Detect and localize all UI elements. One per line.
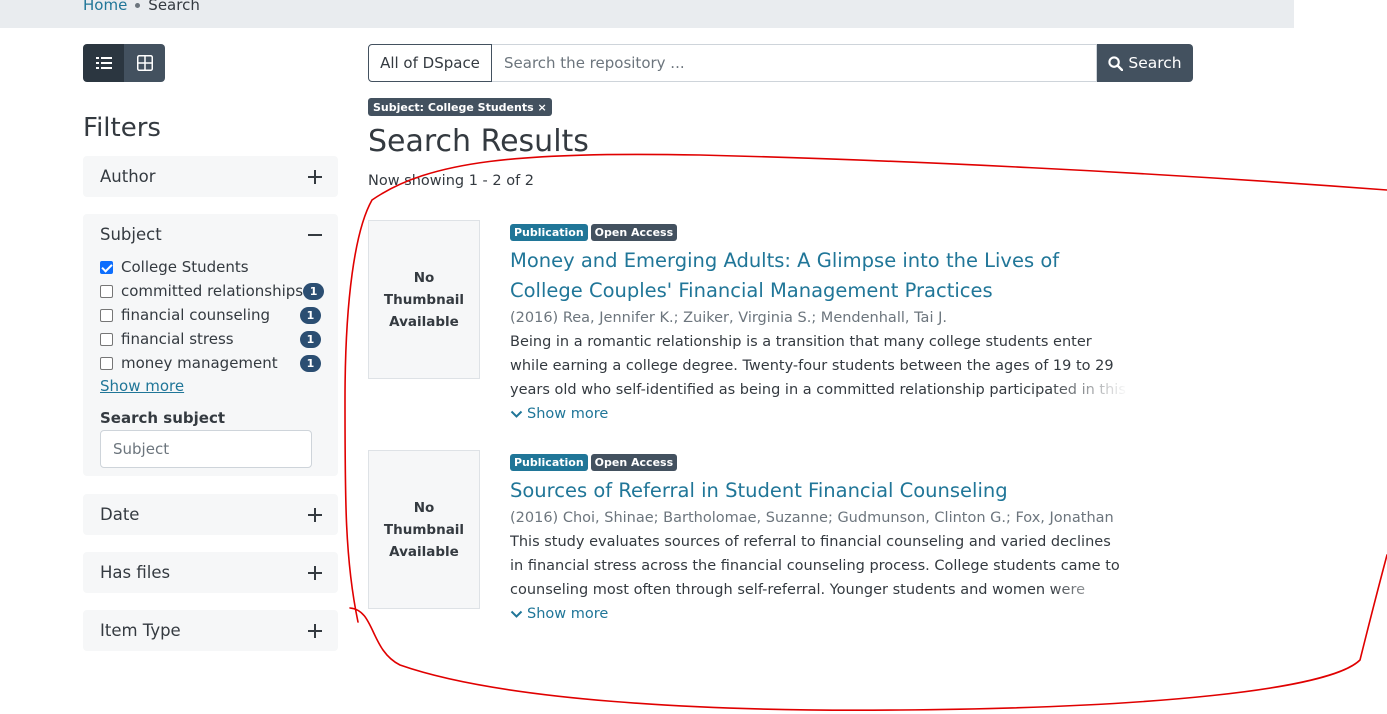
search-button-label: Search (1128, 54, 1182, 72)
breadcrumb-home-link[interactable]: Home (83, 0, 127, 14)
plus-icon[interactable] (308, 623, 322, 638)
subject-option-label: committed relationships (121, 282, 304, 300)
show-more-label: Show more (527, 406, 609, 422)
search-input[interactable] (492, 44, 1097, 82)
grid-icon (136, 55, 153, 71)
subject-show-more-link[interactable]: Show more (100, 377, 321, 399)
subject-option-financial-counseling[interactable]: financial counseling 1 (100, 303, 321, 327)
facet-subject-header[interactable]: Subject (83, 214, 338, 255)
minus-icon[interactable] (308, 228, 322, 242)
facet-subject: Subject College Students committed relat… (83, 214, 338, 476)
result-abstract: Being in a romantic relationship is a tr… (510, 330, 1128, 402)
results-count: Now showing 1 - 2 of 2 (368, 173, 535, 189)
results-heading: Search Results (368, 124, 589, 159)
subject-option-label: money management (121, 354, 278, 372)
result-show-more-button[interactable]: Show more (510, 402, 1128, 426)
chevron-down-icon (510, 610, 523, 618)
result-authors: (2016) Rea, Jennifer K.; Zuiker, Virgini… (510, 310, 947, 326)
facet-item-type-label: Item Type (100, 621, 181, 640)
result-badges: Publication Open Access (510, 454, 1128, 472)
plus-icon[interactable] (308, 169, 322, 184)
type-badge: Publication (510, 454, 588, 471)
access-badge: Open Access (590, 454, 678, 471)
type-badge: Publication (510, 224, 588, 241)
count-badge: 1 (300, 306, 321, 324)
facet-item-type-header[interactable]: Item Type (83, 610, 338, 651)
search-result-item: No Thumbnail Available Publication Open … (368, 450, 1128, 625)
thumbnail-placeholder: No Thumbnail Available (368, 450, 480, 609)
facet-date-label: Date (100, 505, 140, 524)
list-view-button[interactable] (83, 44, 124, 82)
result-body: Publication Open Access Money and Emergi… (510, 220, 1128, 426)
search-bar: All of DSpace Search (368, 44, 1193, 82)
facet-author[interactable]: Author (83, 156, 338, 197)
access-badge: Open Access (590, 224, 678, 241)
subject-option-committed-relationships[interactable]: committed relationships 1 (100, 279, 325, 303)
filters-heading: Filters (83, 113, 161, 143)
facet-has-files-header[interactable]: Has files (83, 552, 338, 593)
count-badge: 1 (300, 330, 321, 348)
search-button[interactable]: Search (1097, 44, 1193, 82)
result-abstract: This study evaluates sources of referral… (510, 530, 1128, 602)
breadcrumb-separator (135, 2, 141, 8)
result-body: Publication Open Access Sources of Refer… (510, 450, 1128, 626)
view-mode-toggle (83, 44, 165, 82)
result-title-link[interactable]: Sources of Referral in Student Financial… (510, 476, 1128, 506)
result-authors: (2016) Choi, Shinae; Bartholomae, Suzann… (510, 510, 1114, 526)
subject-search-input[interactable] (100, 430, 312, 468)
search-subject-label: Search subject (100, 409, 226, 427)
checkbox[interactable] (100, 332, 113, 346)
subject-option-label: financial counseling (121, 306, 271, 324)
subject-options: College Students committed relationships… (83, 255, 338, 468)
facet-date[interactable]: Date (83, 494, 338, 535)
result-title-link[interactable]: Money and Emerging Adults: A Glimpse int… (510, 246, 1128, 306)
plus-icon[interactable] (308, 507, 322, 522)
active-filter-chip[interactable]: Subject: College Students × (368, 98, 552, 116)
count-badge: 1 (303, 282, 325, 300)
list-icon (95, 57, 112, 69)
checkbox-checked[interactable] (100, 260, 113, 274)
breadcrumb-bar: Home Search (0, 0, 1294, 28)
facet-subject-label: Subject (100, 225, 162, 244)
facet-has-files-label: Has files (100, 563, 171, 582)
breadcrumb: Home Search (83, 0, 200, 14)
subject-option-financial-stress[interactable]: financial stress 1 (100, 327, 321, 351)
show-more-label: Show more (527, 606, 609, 622)
result-badges: Publication Open Access (510, 224, 1128, 242)
checkbox[interactable] (100, 308, 113, 322)
search-icon (1108, 55, 1124, 71)
count-badge: 1 (300, 354, 321, 372)
breadcrumb-current: Search (148, 0, 200, 14)
grid-view-button[interactable] (124, 44, 165, 82)
checkbox[interactable] (100, 284, 113, 298)
facet-author-label: Author (100, 167, 156, 186)
plus-icon[interactable] (308, 565, 322, 580)
search-scope-button[interactable]: All of DSpace (368, 44, 492, 82)
facet-date-header[interactable]: Date (83, 494, 338, 535)
subject-option-money-management[interactable]: money management 1 (100, 351, 321, 375)
search-result-item: No Thumbnail Available Publication Open … (368, 220, 1128, 422)
chevron-down-icon (510, 410, 523, 418)
checkbox[interactable] (100, 356, 113, 370)
facet-has-files[interactable]: Has files (83, 552, 338, 593)
subject-option-label: College Students (121, 258, 249, 276)
subject-option-college-students[interactable]: College Students (100, 255, 321, 279)
facet-author-header[interactable]: Author (83, 156, 338, 197)
thumbnail-placeholder: No Thumbnail Available (368, 220, 480, 379)
subject-option-label: financial stress (121, 330, 234, 348)
facet-item-type[interactable]: Item Type (83, 610, 338, 651)
result-show-more-button[interactable]: Show more (510, 602, 1128, 626)
